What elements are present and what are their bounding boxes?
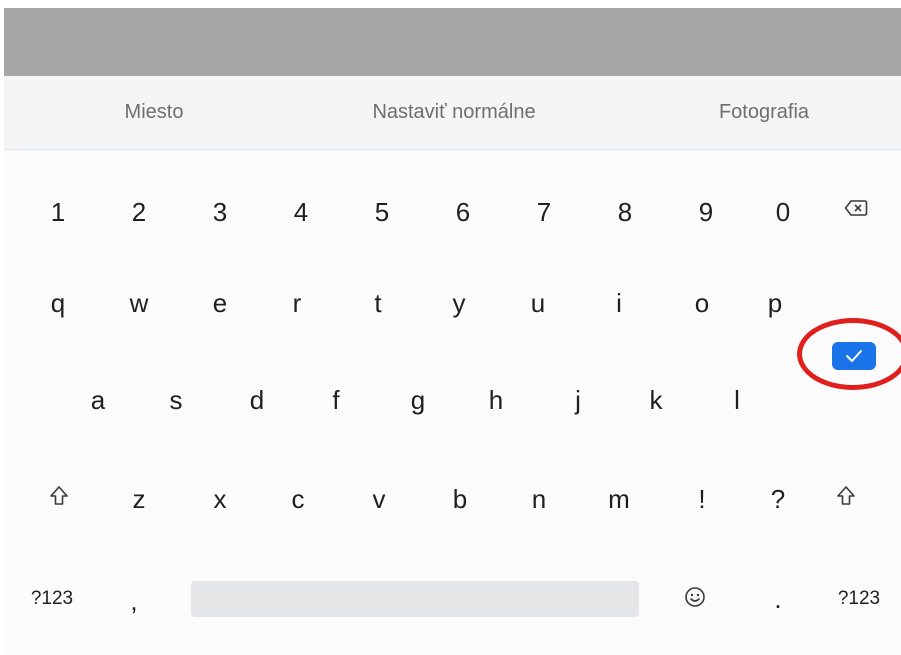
- key-d[interactable]: d: [227, 370, 287, 430]
- app-header-strip: [0, 0, 901, 76]
- shift-right-icon[interactable]: [831, 485, 861, 515]
- key-y[interactable]: y: [429, 273, 489, 333]
- key-exclamation[interactable]: !: [672, 469, 732, 529]
- key-h[interactable]: h: [466, 370, 526, 430]
- key-p[interactable]: p: [745, 273, 805, 333]
- key-8[interactable]: 8: [595, 182, 655, 242]
- header-gray-area: [4, 8, 901, 76]
- key-e[interactable]: e: [190, 273, 250, 333]
- symbols-key-right[interactable]: ?123: [826, 569, 892, 629]
- key-l[interactable]: l: [707, 370, 767, 430]
- checkmark-icon: [846, 350, 862, 362]
- shift-left-icon[interactable]: [44, 485, 74, 515]
- key-q[interactable]: q: [28, 273, 88, 333]
- key-z[interactable]: z: [109, 469, 169, 529]
- key-a[interactable]: a: [68, 370, 128, 430]
- key-o[interactable]: o: [672, 273, 732, 333]
- key-t[interactable]: t: [348, 273, 408, 333]
- key-g[interactable]: g: [388, 370, 448, 430]
- key-m[interactable]: m: [589, 469, 649, 529]
- symbols-key-left[interactable]: ?123: [22, 569, 82, 629]
- key-n[interactable]: n: [509, 469, 569, 529]
- key-0[interactable]: 0: [753, 182, 813, 242]
- keyboard: 1 2 3 4 5 6 7 8 9 0 q w e r t y u i o p …: [4, 150, 901, 655]
- suggestion-1[interactable]: Miesto: [84, 76, 224, 149]
- key-1[interactable]: 1: [28, 182, 88, 242]
- key-2[interactable]: 2: [109, 182, 169, 242]
- backspace-icon[interactable]: [838, 199, 874, 227]
- key-question[interactable]: ?: [748, 469, 808, 529]
- key-comma[interactable]: ,: [104, 571, 164, 631]
- key-4[interactable]: 4: [271, 182, 331, 242]
- key-9[interactable]: 9: [676, 182, 736, 242]
- key-b[interactable]: b: [430, 469, 490, 529]
- emoji-icon[interactable]: [681, 586, 709, 614]
- check-toggle-button[interactable]: [832, 342, 876, 370]
- key-s[interactable]: s: [146, 370, 206, 430]
- key-3[interactable]: 3: [190, 182, 250, 242]
- key-f[interactable]: f: [306, 370, 366, 430]
- key-6[interactable]: 6: [433, 182, 493, 242]
- key-c[interactable]: c: [268, 469, 328, 529]
- key-x[interactable]: x: [190, 469, 250, 529]
- key-5[interactable]: 5: [352, 182, 412, 242]
- suggestion-2[interactable]: Nastaviť normálne: [304, 76, 604, 149]
- key-r[interactable]: r: [267, 273, 327, 333]
- key-v[interactable]: v: [349, 469, 409, 529]
- key-7[interactable]: 7: [514, 182, 574, 242]
- key-i[interactable]: i: [589, 273, 649, 333]
- suggestion-3[interactable]: Fotografia: [684, 76, 844, 149]
- suggestion-bar: Miesto Nastaviť normálne Fotografia: [4, 76, 901, 150]
- key-period[interactable]: .: [748, 569, 808, 629]
- key-u[interactable]: u: [508, 273, 568, 333]
- key-j[interactable]: j: [548, 370, 608, 430]
- key-w[interactable]: w: [109, 273, 169, 333]
- key-k[interactable]: k: [626, 370, 686, 430]
- space-bar[interactable]: [191, 581, 639, 617]
